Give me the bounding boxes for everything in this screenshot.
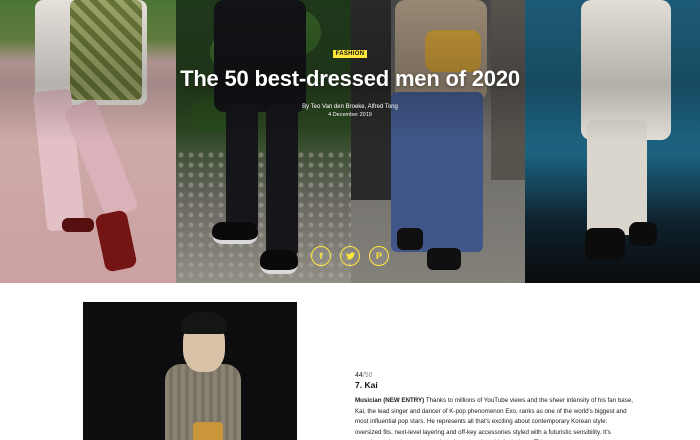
entry-photo-kai (83, 302, 297, 440)
rank-total: /50 (362, 372, 373, 379)
article-title: The 50 best-dressed men of 2020 (180, 66, 520, 91)
article-date: 4 December 2019 (328, 112, 372, 118)
entry-role: Musician (NEW ENTRY) (355, 397, 425, 404)
entry-name: 7. Kai (355, 380, 378, 390)
twitter-bird-icon (345, 252, 355, 260)
entry-description: Musician (NEW ENTRY) Thanks to millions … (355, 396, 635, 440)
share-buttons: f P (311, 246, 389, 266)
category-tag[interactable]: FASHION (332, 50, 368, 58)
twitter-share-icon[interactable] (340, 246, 360, 266)
entry-text: 44/50 7. Kai Musician (NEW ENTRY) Thanks… (355, 372, 635, 440)
pinterest-share-icon[interactable]: P (369, 246, 389, 266)
article-byline[interactable]: By Teo Van den Broeke, Alfred Tong (0, 104, 700, 110)
facebook-share-icon[interactable]: f (311, 246, 331, 266)
rank-number: 44 (355, 372, 363, 379)
entry-rank: 44/50 (355, 372, 635, 379)
hero-banner: FASHION The 50 best-dressed men of 2020 … (0, 0, 700, 283)
hero-text: FASHION The 50 best-dressed men of 2020 … (0, 42, 700, 118)
